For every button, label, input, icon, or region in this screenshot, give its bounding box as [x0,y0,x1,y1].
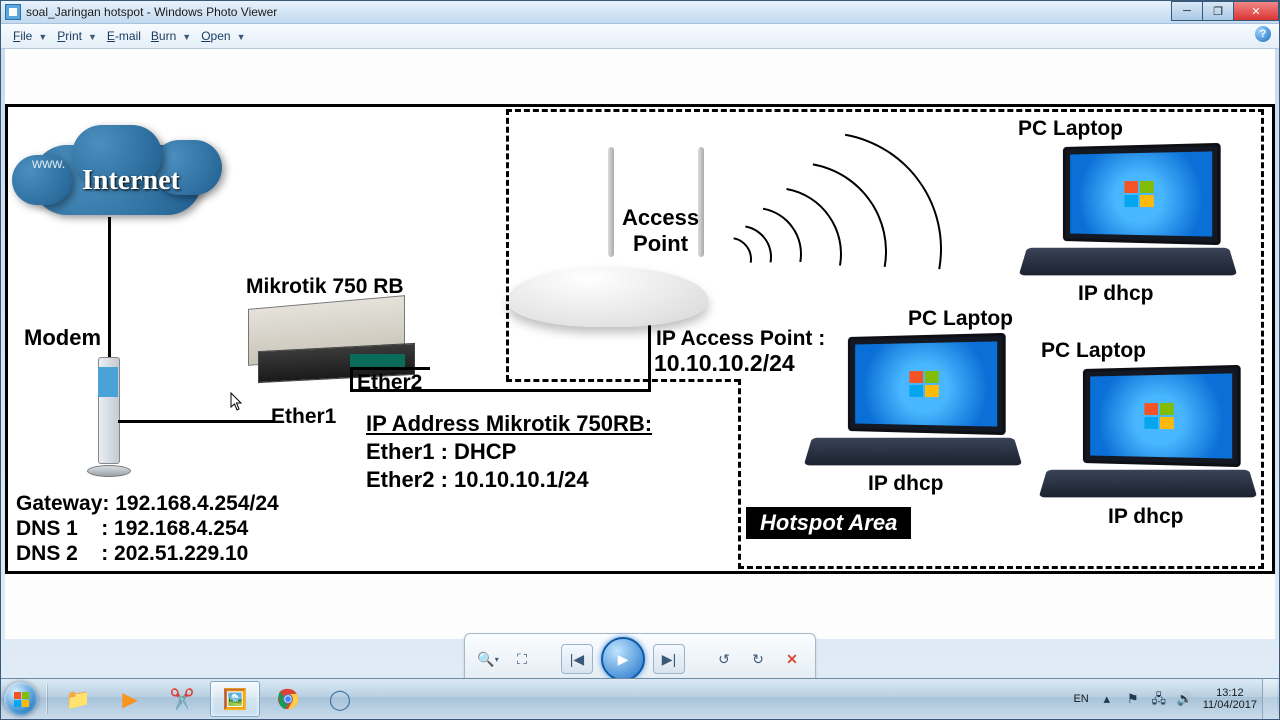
laptop3-title: PC Laptop [1041,339,1146,363]
router-ip-ether2: Ether2 : 10.10.10.1/24 [366,467,589,493]
laptop1-ip: IP dhcp [1078,282,1153,306]
taskbar-mediaplayer[interactable]: ▶ [106,682,154,716]
app-window: soal_Jaringan hotspot - Windows Photo Vi… [0,0,1280,720]
tray-volume-icon[interactable]: 🔊 [1172,693,1198,705]
start-button[interactable] [1,679,41,719]
photo-canvas: www. Internet Modem Gateway: 192.168.4.2… [5,49,1275,639]
laptop1-title: PC Laptop [1018,117,1123,141]
tray-network-icon[interactable]: 🖧 [1146,693,1172,705]
menu-print[interactable]: Print▼ [53,27,101,45]
menu-burn[interactable]: Burn▼ [147,27,195,45]
modem-label: Modem [24,325,101,351]
hotspot-area-label: Hotspot Area [746,507,911,539]
router-ip-ether1: Ether1 : DHCP [366,439,516,465]
window-title: soal_Jaringan hotspot - Windows Photo Vi… [26,5,277,19]
help-button[interactable]: ? [1255,26,1271,42]
menu-open[interactable]: Open▼ [197,27,249,45]
mouse-cursor-icon [230,392,244,412]
internet-cloud: www. Internet [12,115,222,230]
network-diagram-image: www. Internet Modem Gateway: 192.168.4.2… [5,104,1275,574]
taskbar-snipping[interactable]: ✂️ [158,682,206,716]
window-buttons: ─ ❐ ✕ [1172,1,1279,21]
laptop2-ip: IP dhcp [868,472,943,496]
fit-button[interactable]: ⛶ [509,646,535,672]
taskbar: 📁 ▶ ✂️ 🖼️ ◯ EN ▴ ⚑ 🖧 🔊 13:1211/04/2017 [1,678,1279,719]
router-ip-title: IP Address Mikrotik 750RB: [366,411,652,437]
taskbar-photoviewer[interactable]: 🖼️ [210,681,260,717]
modem-device [93,357,123,477]
menubar: File▼ Print▼ E-mail Burn▼ Open▼ [1,24,1279,49]
cloud-www: www. [32,155,65,171]
router-ether1-label: Ether1 [271,405,336,429]
link-router-ap-top [350,367,430,370]
rotate-cw-button[interactable]: ↻ [745,646,771,672]
delete-button[interactable]: ✕ [779,646,805,672]
tray-flag-icon[interactable]: ⚑ [1120,693,1146,705]
minimize-button[interactable]: ─ [1171,1,1203,21]
menu-file[interactable]: File▼ [9,27,51,45]
laptop1 [1023,145,1233,285]
router-label: Mikrotik 750 RB [246,275,404,299]
cloud-label: Internet [82,165,180,197]
tray-lang[interactable]: EN [1068,693,1093,705]
titlebar: soal_Jaringan hotspot - Windows Photo Vi… [1,1,1279,24]
viewer-toolbar: 🔍▾ ⛶ |◀ ▶ ▶| ↺ ↻ ✕ [1,641,1279,677]
laptop3 [1043,367,1253,507]
zoom-button[interactable]: 🔍▾ [475,646,501,672]
prev-button[interactable]: |◀ [561,644,593,674]
tray-up-icon[interactable]: ▴ [1094,693,1120,705]
tray-clock[interactable]: 13:1211/04/2017 [1198,687,1262,711]
link-router-ap-left [350,367,353,391]
link-router-ap-bottom [350,389,650,392]
next-button[interactable]: ▶| [653,644,685,674]
laptop2 [808,335,1018,475]
taskbar-separator [46,684,47,714]
close-button[interactable]: ✕ [1233,1,1279,21]
rotate-ccw-button[interactable]: ↺ [711,646,737,672]
app-icon [5,4,21,20]
laptop3-ip: IP dhcp [1108,505,1183,529]
slideshow-button[interactable]: ▶ [601,637,645,681]
laptop2-title: PC Laptop [908,307,1013,331]
hotspot-area-step [506,379,740,382]
modem-dns1: DNS 1 : 192.168.4.254 [16,517,248,541]
modem-dns2: DNS 2 : 202.51.229.10 [16,542,248,566]
taskbar-chrome[interactable] [264,682,312,716]
system-tray: EN ▴ ⚑ 🖧 🔊 13:1211/04/2017 [1068,679,1279,719]
taskbar-explorer[interactable]: 📁 [54,682,102,716]
show-desktop-button[interactable] [1262,679,1277,719]
taskbar-app[interactable]: ◯ [316,682,364,716]
menu-email[interactable]: E-mail [103,27,145,45]
link-modem-router [118,420,273,423]
maximize-button[interactable]: ❐ [1202,1,1234,21]
modem-gateway: Gateway: 192.168.4.254/24 [16,492,279,516]
